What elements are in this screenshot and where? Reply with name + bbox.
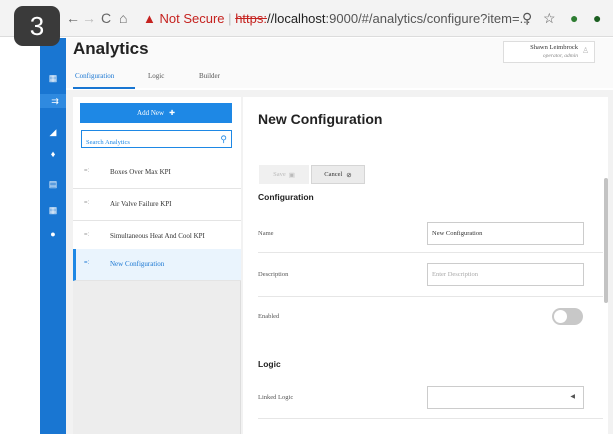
analytic-item-icon: =: <box>84 200 90 206</box>
list-item-label: Boxes Over Max KPI <box>110 168 171 176</box>
url-host: //localhost <box>266 11 326 26</box>
step-badge: 3 <box>14 6 60 46</box>
cancel-icon: ⊘ <box>346 171 352 179</box>
user-icon[interactable]: ● <box>40 228 66 240</box>
clipboard-icon[interactable]: ▤ <box>40 178 66 190</box>
name-field[interactable] <box>427 222 584 245</box>
description-label: Description <box>258 271 289 278</box>
logic-heading: Logic <box>258 359 281 369</box>
list-item-selected[interactable]: =: New Configuration <box>73 249 241 281</box>
active-tab-indicator <box>73 87 135 89</box>
alarm-icon[interactable]: ♦ <box>40 148 66 160</box>
analytic-item-icon: =: <box>84 168 90 174</box>
list-item[interactable]: =: Air Valve Failure KPI <box>73 189 241 221</box>
save-button[interactable]: Save ▣ <box>259 165 309 184</box>
tab-logic[interactable]: Logic <box>148 72 164 80</box>
user-name: Shawn Leimbrock <box>530 44 578 51</box>
chart-icon[interactable]: ◢ <box>40 126 66 138</box>
add-icon: ✚ <box>169 109 175 117</box>
warning-icon: ▲ <box>143 11 156 26</box>
analytic-item-icon: =: <box>84 260 90 266</box>
form-title: New Configuration <box>258 111 383 127</box>
tab-configuration[interactable]: Configuration <box>75 72 114 80</box>
add-new-button[interactable]: Add New ✚ <box>80 103 232 123</box>
address-bar[interactable]: ▲ Not Secure | https://localhost:9000/#/… <box>143 11 530 27</box>
user-role: operator, admin <box>542 53 578 59</box>
extension-icon[interactable]: ● <box>570 10 578 26</box>
left-gutter <box>0 38 40 434</box>
linked-logic-label: Linked Logic <box>258 394 294 401</box>
analytic-item-icon: =: <box>84 232 90 238</box>
save-label: Save <box>273 171 286 178</box>
security-label: Not Secure <box>159 11 225 26</box>
enabled-toggle[interactable] <box>552 308 583 325</box>
search-icon[interactable]: ⚲ <box>220 134 227 145</box>
forward-icon[interactable]: → <box>82 10 96 26</box>
save-icon: ▣ <box>288 171 295 179</box>
avatar-icon[interactable]: ♙ <box>582 46 589 55</box>
configuration-heading: Configuration <box>258 192 314 202</box>
url-path: :9000/#/analytics/configure?item=... <box>325 11 531 26</box>
caret-icon: ◀ <box>570 394 575 400</box>
list-item-label: Air Valve Failure KPI <box>110 200 172 208</box>
list-item-label: New Configuration <box>110 260 165 268</box>
home-icon[interactable]: ⌂ <box>119 10 127 26</box>
list-item-label: Simultaneous Heat And Cool KPI <box>110 232 205 240</box>
app-sidebar: ▦ ⇉ ◢ ♦ ▤ ▦ ● <box>40 38 70 434</box>
list-item[interactable]: =: Boxes Over Max KPI <box>73 157 241 189</box>
row-divider <box>258 252 603 253</box>
browser-toolbar: ← → C ⌂ ▲ Not Secure | https://localhost… <box>0 0 613 37</box>
add-new-label: Add New <box>137 109 165 117</box>
cancel-button[interactable]: Cancel ⊘ <box>311 165 365 184</box>
linked-logic-select[interactable]: ◀ <box>427 386 584 409</box>
name-label: Name <box>258 230 274 237</box>
search-field[interactable]: ⚲ <box>81 130 232 151</box>
back-icon[interactable]: ← <box>66 10 80 26</box>
page-title: Analytics <box>73 39 149 58</box>
zoom-icon[interactable]: ⚲ <box>522 10 532 26</box>
url-separator: | <box>228 11 232 26</box>
dashboard-icon[interactable]: ▦ <box>40 72 66 84</box>
extension-icon-2[interactable]: ● <box>593 10 601 26</box>
reload-icon[interactable]: C <box>101 10 111 26</box>
tab-builder[interactable]: Builder <box>199 72 220 80</box>
enabled-label: Enabled <box>258 313 280 320</box>
form-scrollbar[interactable] <box>604 178 608 303</box>
bookmark-star-icon[interactable]: ☆ <box>543 10 556 26</box>
url-scheme: https: <box>235 11 267 26</box>
row-divider <box>258 296 603 297</box>
cancel-label: Cancel <box>324 171 343 178</box>
row-divider <box>258 418 603 419</box>
description-field[interactable] <box>427 263 584 286</box>
calendar-icon[interactable]: ▦ <box>40 204 66 216</box>
toggle-knob <box>554 310 567 323</box>
search-input[interactable] <box>82 134 212 151</box>
